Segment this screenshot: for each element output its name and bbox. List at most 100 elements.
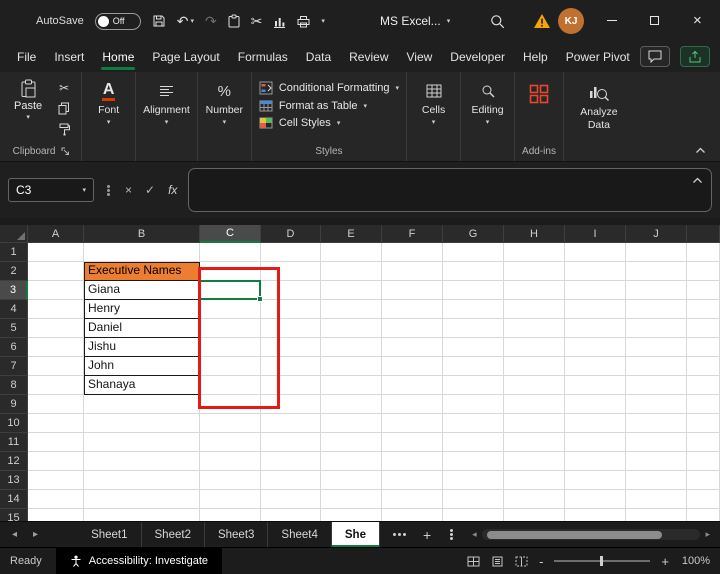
cell-I3[interactable] — [565, 281, 626, 300]
cell-E5[interactable] — [321, 319, 382, 338]
row-header-12[interactable]: 12 — [0, 452, 28, 471]
paste-button[interactable]: Paste ▾ — [9, 76, 47, 138]
cell-C6[interactable] — [200, 338, 261, 357]
row-header-3[interactable]: 3 — [0, 281, 28, 300]
scroll-right-icon[interactable]: ▸ — [705, 529, 710, 540]
name-box[interactable]: C3 ▾ — [8, 178, 94, 202]
zoom-slider-thumb[interactable] — [600, 556, 603, 566]
cell-B9[interactable] — [84, 395, 200, 414]
column-header-J[interactable]: J — [626, 225, 687, 243]
maximize-button[interactable] — [650, 16, 659, 25]
cell-G12[interactable] — [443, 452, 504, 471]
sheet-tab-she[interactable]: She — [332, 522, 380, 547]
page-layout-view-button[interactable] — [491, 556, 504, 567]
cell-A11[interactable] — [28, 433, 84, 452]
cell-I11[interactable] — [565, 433, 626, 452]
cell-H3[interactable] — [504, 281, 565, 300]
sheet-tab-sheet2[interactable]: Sheet2 — [142, 522, 205, 547]
cell-C15[interactable] — [200, 509, 261, 521]
cell-F14[interactable] — [382, 490, 443, 509]
cell-B12[interactable] — [84, 452, 200, 471]
cell-J6[interactable] — [626, 338, 687, 357]
scroll-left-icon[interactable]: ◂ — [472, 529, 477, 540]
cell-I13[interactable] — [565, 471, 626, 490]
app-title-button[interactable]: MS Excel... ▾ — [380, 14, 450, 28]
cell-G13[interactable] — [443, 471, 504, 490]
cell-H15[interactable] — [504, 509, 565, 521]
row-header-15[interactable]: 15 — [0, 509, 28, 521]
editing-group-button[interactable]: Editing ▾ — [461, 72, 515, 161]
cell-D11[interactable] — [261, 433, 321, 452]
cell-J15[interactable] — [626, 509, 687, 521]
cell-E14[interactable] — [321, 490, 382, 509]
cell-I1[interactable] — [565, 243, 626, 262]
menu-tab-file[interactable]: File — [8, 42, 45, 72]
row-header-10[interactable]: 10 — [0, 414, 28, 433]
cell-J3[interactable] — [626, 281, 687, 300]
cell-F2[interactable] — [382, 262, 443, 281]
cell-F13[interactable] — [382, 471, 443, 490]
clipboard-qat-button[interactable] — [228, 14, 240, 28]
cell-E3[interactable] — [321, 281, 382, 300]
cell-D10[interactable] — [261, 414, 321, 433]
cell-E10[interactable] — [321, 414, 382, 433]
cell-E1[interactable] — [321, 243, 382, 262]
menu-tab-view[interactable]: View — [398, 42, 442, 72]
cell-A3[interactable] — [28, 281, 84, 300]
cell-B4[interactable]: Henry — [84, 300, 200, 319]
select-all-corner[interactable] — [0, 225, 28, 243]
cell-D15[interactable] — [261, 509, 321, 521]
cell-A10[interactable] — [28, 414, 84, 433]
cell-G6[interactable] — [443, 338, 504, 357]
menu-tab-developer[interactable]: Developer — [441, 42, 514, 72]
confirm-entry-button[interactable]: ✓ — [145, 183, 155, 197]
cell-G2[interactable] — [443, 262, 504, 281]
qat-overflow-button[interactable]: ▾ — [321, 18, 325, 25]
warning-badge[interactable] — [533, 13, 551, 29]
cell-F7[interactable] — [382, 357, 443, 376]
cell-D1[interactable] — [261, 243, 321, 262]
page-break-view-button[interactable] — [515, 556, 528, 567]
cell-A8[interactable] — [28, 376, 84, 395]
insert-function-button[interactable]: fx — [168, 183, 177, 197]
menu-tab-power-pivot[interactable]: Power Pivot — [557, 42, 639, 72]
cells-group-button[interactable]: Cells ▾ — [407, 72, 461, 161]
cell-C9[interactable] — [200, 395, 261, 414]
cell-J13[interactable] — [626, 471, 687, 490]
cell-G8[interactable] — [443, 376, 504, 395]
cell-C4[interactable] — [200, 300, 261, 319]
sheet-tab-sheet4[interactable]: Sheet4 — [268, 522, 331, 547]
cell-C12[interactable] — [200, 452, 261, 471]
cell-F15[interactable] — [382, 509, 443, 521]
cell-E13[interactable] — [321, 471, 382, 490]
normal-view-button[interactable] — [467, 556, 480, 567]
row-header-7[interactable]: 7 — [0, 357, 28, 376]
cell-D4[interactable] — [261, 300, 321, 319]
cell-I5[interactable] — [565, 319, 626, 338]
cell-H2[interactable] — [504, 262, 565, 281]
cell-B5[interactable]: Daniel — [84, 319, 200, 338]
cell-J14[interactable] — [626, 490, 687, 509]
cell-I10[interactable] — [565, 414, 626, 433]
sheet-tab-sheet1[interactable]: Sheet1 — [78, 522, 141, 547]
cell-J10[interactable] — [626, 414, 687, 433]
formula-bar-menu-icon[interactable] — [107, 189, 110, 192]
clipboard-dialog-launcher[interactable] — [61, 147, 70, 156]
cell-A12[interactable] — [28, 452, 84, 471]
cell-B10[interactable] — [84, 414, 200, 433]
sheet-options-icon[interactable] — [450, 533, 453, 536]
cell-J11[interactable] — [626, 433, 687, 452]
cell-D9[interactable] — [261, 395, 321, 414]
cell-I15[interactable] — [565, 509, 626, 521]
cell-E4[interactable] — [321, 300, 382, 319]
redo-button[interactable]: ↷ — [205, 14, 217, 28]
cell-F9[interactable] — [382, 395, 443, 414]
cell-F6[interactable] — [382, 338, 443, 357]
save-button[interactable] — [152, 14, 166, 28]
avatar[interactable]: KJ — [558, 8, 584, 34]
menu-tab-review[interactable]: Review — [340, 42, 397, 72]
cell-H6[interactable] — [504, 338, 565, 357]
cell-C7[interactable] — [200, 357, 261, 376]
cell-D13[interactable] — [261, 471, 321, 490]
comments-button[interactable] — [640, 46, 670, 67]
